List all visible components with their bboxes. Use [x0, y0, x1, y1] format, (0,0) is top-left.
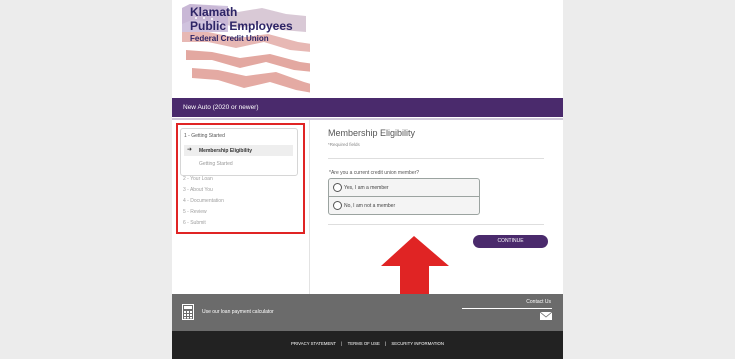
- divider: [328, 224, 544, 225]
- calculator-icon[interactable]: [182, 304, 194, 320]
- required-note: *Required fields: [328, 142, 360, 147]
- mail-icon[interactable]: [540, 312, 552, 320]
- logo[interactable]: Klamath Public Employees Federal Credit …: [178, 2, 310, 94]
- form-title: Membership Eligibility: [328, 128, 416, 138]
- option-not-member[interactable]: No, I am not a member: [329, 197, 479, 214]
- contact-divider: [462, 308, 552, 309]
- loan-type-title: New Auto (2020 or newer): [183, 104, 259, 111]
- terms-of-use-link[interactable]: TERMS OF USE: [348, 341, 380, 346]
- radio-icon[interactable]: [333, 183, 342, 192]
- member-question: *Are you a current credit union member?: [329, 170, 420, 176]
- option-yes-label: Yes, I am a member: [344, 185, 389, 191]
- footer-links: PRIVACY STATEMENT | TERMS OF USE | SECUR…: [172, 341, 563, 346]
- up-arrow-annotation: [381, 236, 449, 294]
- option-no-label: No, I am not a member: [344, 203, 396, 209]
- continue-button[interactable]: CONTINUE: [473, 235, 548, 248]
- contact-us-label[interactable]: Contact Us: [526, 299, 551, 305]
- membership-options: Yes, I am a member No, I am not a member: [328, 178, 480, 215]
- link-separator: |: [341, 341, 343, 346]
- loan-type-bar: New Auto (2020 or newer): [172, 98, 563, 120]
- page-container: Klamath Public Employees Federal Credit …: [172, 0, 563, 359]
- link-separator: |: [385, 341, 387, 346]
- security-information-link[interactable]: SECURITY INFORMATION: [391, 341, 444, 346]
- divider: [328, 158, 544, 159]
- logo-line-1: Klamath: [190, 5, 238, 19]
- logo-line-2: Public Employees: [190, 19, 293, 33]
- option-yes-member[interactable]: Yes, I am a member: [329, 179, 479, 197]
- highlight-frame: [176, 123, 305, 234]
- radio-icon[interactable]: [333, 201, 342, 210]
- footer-tools: Use our loan payment calculator Contact …: [172, 294, 563, 331]
- calculator-link[interactable]: Use our loan payment calculator: [202, 309, 274, 315]
- footer-links-bar: PRIVACY STATEMENT | TERMS OF USE | SECUR…: [172, 331, 563, 359]
- privacy-statement-link[interactable]: PRIVACY STATEMENT: [291, 341, 336, 346]
- logo-line-3: Federal Credit Union: [190, 34, 269, 43]
